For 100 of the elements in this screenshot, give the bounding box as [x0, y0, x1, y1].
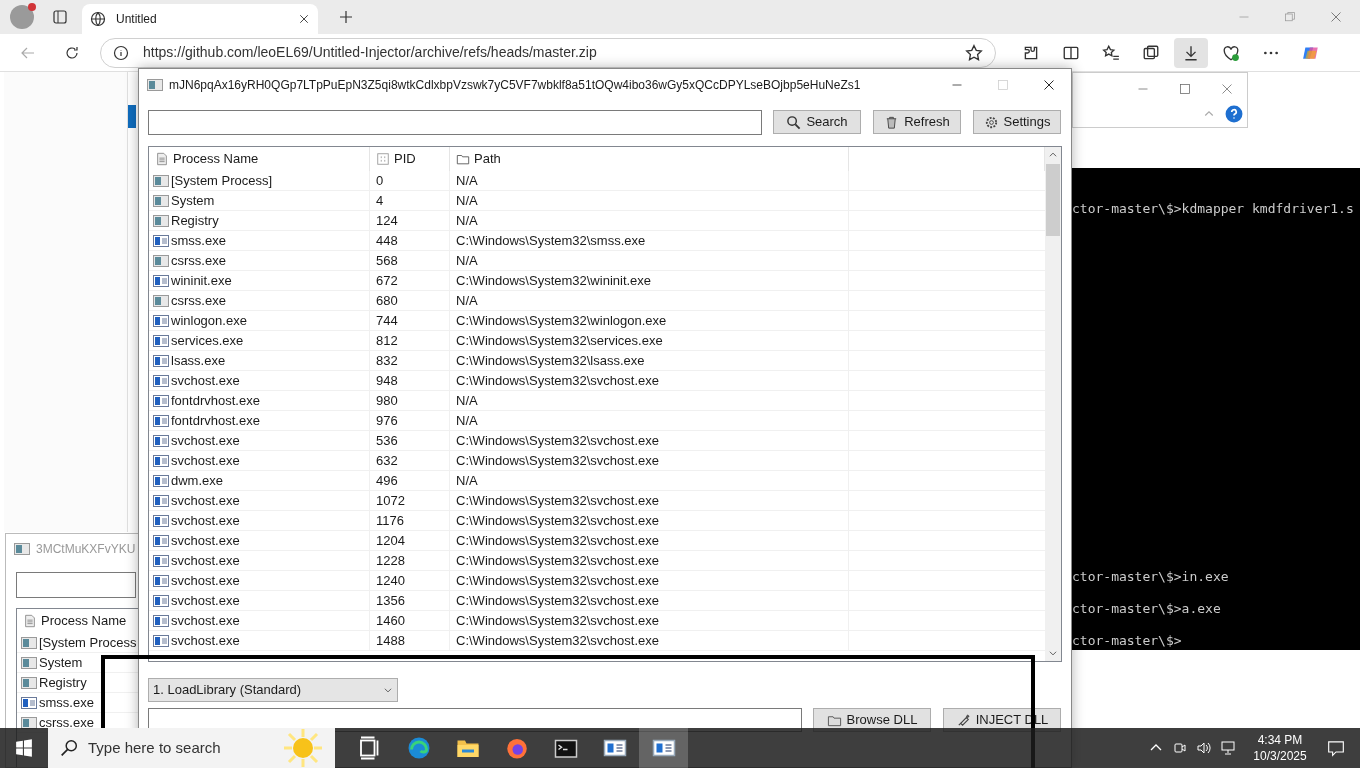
download-icon[interactable] — [1182, 43, 1200, 62]
process-name: fontdrvhost.exe — [171, 411, 260, 430]
process-name: winlogon.exe — [171, 311, 247, 330]
process-id: 744 — [376, 311, 398, 330]
toolbar-button[interactable]: Settings — [973, 110, 1061, 134]
volume-icon[interactable] — [1196, 740, 1212, 756]
help-icon[interactable] — [1225, 105, 1243, 123]
process-path: C:\Windows\System32\svchost.exe — [456, 591, 660, 610]
process-id: 980 — [376, 391, 398, 410]
search-placeholder: Type here to search — [88, 737, 222, 758]
window-icon — [147, 77, 163, 93]
process-name: [System Process] — [171, 171, 273, 190]
process-id: 976 — [376, 411, 398, 430]
process-path: N/A — [456, 391, 478, 410]
process-path: N/A — [456, 211, 478, 230]
windows-start-icon[interactable] — [15, 739, 33, 757]
process-id: 536 — [376, 431, 398, 450]
folder-icon — [456, 152, 470, 166]
grid-icon — [376, 152, 390, 166]
close-icon[interactable] — [298, 13, 310, 25]
process-id: 1356 — [376, 591, 405, 610]
process-id: 1460 — [376, 611, 405, 630]
process-id: 4 — [376, 191, 384, 210]
process-path: C:\Windows\System32\lsass.exe — [456, 351, 645, 370]
collections-icon[interactable] — [1142, 43, 1160, 62]
tab-actions-icon[interactable] — [52, 9, 68, 25]
process-name: svchost.exe — [171, 571, 240, 590]
search-icon — [786, 114, 802, 130]
method-dropdown[interactable]: 1. LoadLibrary (Standard) — [148, 678, 398, 702]
window-title: mJN6pqAx16yRH0QGp7LTpPuEpN3Z5qi8wtkCdlxbpVzswk7yC5VF7wbklf8a51tOQw4ibo36wGy5xQCcDPYLseBOjbp5eHuNeZs1 — [169, 77, 861, 94]
process-id: 948 — [376, 371, 398, 390]
process-id: 1240 — [376, 571, 405, 590]
process-path: C:\Windows\System32\svchost.exe — [456, 531, 660, 550]
process-path: N/A — [456, 191, 478, 210]
process-id: 1176 — [376, 511, 404, 530]
scrollbar-thumb[interactable] — [1046, 164, 1060, 236]
address-bar[interactable]: https://github.com/leoEL69/Untitled-Injector/archive/refs/heads/master.zip — [100, 37, 996, 68]
process-path: C:\Windows\System32\svchost.exe — [456, 431, 660, 450]
clock[interactable]: 4:34 PM 10/3/2025 — [1248, 732, 1312, 764]
taskbar-search-field[interactable]: Type here to search — [48, 728, 335, 768]
process-name: svchost.exe — [171, 531, 240, 550]
process-name: Registry — [171, 211, 219, 230]
process-path: C:\Windows\System32\svchost.exe — [456, 571, 660, 590]
process-path: C:\Windows\System32\smss.exe — [456, 231, 646, 250]
maximize-icon[interactable] — [1179, 83, 1191, 95]
process-path: C:\Windows\System32\svchost.exe — [456, 491, 660, 510]
page-bar — [128, 105, 136, 128]
process-id: 632 — [376, 451, 398, 470]
process-path: N/A — [456, 471, 478, 490]
chevron-down-icon[interactable] — [1048, 648, 1058, 658]
process-id: 1072 — [376, 491, 405, 510]
process-path: C:\Windows\System32\wininit.exe — [456, 271, 652, 290]
process-id: 1204 — [376, 531, 405, 550]
process-name: svchost.exe — [171, 371, 240, 390]
process-path: C:\Windows\System32\winlogon.exe — [456, 311, 667, 330]
process-id: 832 — [376, 351, 398, 370]
star-icon[interactable] — [965, 43, 983, 62]
process-name: Registry — [39, 673, 87, 692]
notification-icon[interactable] — [1327, 739, 1345, 757]
edge-icon[interactable] — [406, 736, 431, 760]
process-name: svchost.exe — [171, 631, 240, 650]
document-icon — [155, 152, 169, 166]
new-tab-icon[interactable] — [338, 9, 354, 25]
search-field[interactable] — [148, 109, 762, 135]
process-name: lsass.exe — [171, 351, 226, 370]
network-icon[interactable] — [1220, 740, 1236, 756]
toolbar-button[interactable]: Search — [773, 110, 861, 134]
process-name: fontdrvhost.exe — [171, 391, 260, 410]
process-path: C:\Windows\System32\services.exe — [456, 331, 663, 350]
toolbar-button[interactable]: Refresh — [873, 110, 961, 134]
scrollbar[interactable] — [1045, 147, 1061, 661]
process-id: 680 — [376, 291, 398, 310]
process-id: 1488 — [376, 631, 405, 650]
process-id: 672 — [376, 271, 398, 290]
process-path: C:\Windows\System32\svchost.exe — [456, 611, 660, 630]
process-name: svchost.exe — [171, 511, 240, 530]
globe-icon — [90, 11, 106, 27]
refresh-icon[interactable] — [64, 44, 80, 61]
process-name: System — [39, 653, 83, 672]
column-header[interactable]: Process Name — [149, 147, 370, 171]
process-name: csrss.exe — [171, 251, 226, 270]
column-header[interactable]: Path — [450, 147, 849, 171]
process-name: svchost.exe — [171, 491, 240, 510]
search-icon — [60, 739, 78, 757]
process-id: 448 — [376, 231, 398, 250]
process-path: C:\Windows\System32\svchost.exe — [456, 511, 660, 530]
process-id: 496 — [376, 471, 398, 490]
favorites-icon[interactable] — [1102, 43, 1120, 62]
terminal-line: ctor-master\$>in.exe — [1072, 568, 1229, 586]
process-name: smss.exe — [171, 231, 226, 250]
heart-pulse-icon[interactable] — [1222, 43, 1240, 62]
window-title: 3MCtMuKXFvYKU — [36, 541, 136, 558]
profile-avatar[interactable] — [10, 5, 34, 29]
close-icon[interactable] — [1043, 79, 1055, 91]
firefox-icon[interactable] — [504, 736, 529, 760]
camera-icon[interactable] — [1172, 740, 1188, 756]
process-path: C:\Windows\System32\svchost.exe — [456, 451, 660, 470]
search-field[interactable] — [16, 572, 136, 598]
browser-tab[interactable]: Untitled — [82, 4, 318, 34]
column-header[interactable]: PID — [370, 147, 450, 171]
